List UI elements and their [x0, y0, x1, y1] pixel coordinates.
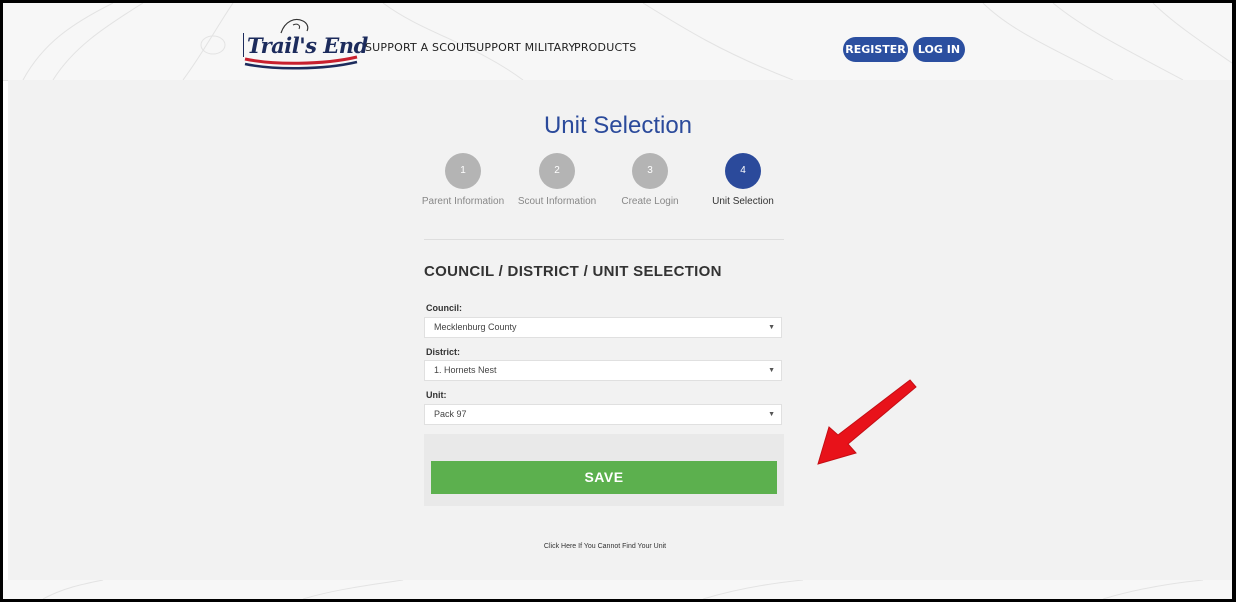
login-button[interactable]: LOG IN	[913, 37, 965, 62]
nav-support-a-scout[interactable]: SUPPORT A SCOUT	[365, 41, 471, 54]
district-value: 1. Hornets Nest	[434, 365, 497, 375]
unit-select[interactable]: Pack 97 ▼	[424, 404, 782, 425]
topo-background-footer	[42, 580, 1204, 599]
footer-background	[3, 580, 1232, 599]
register-button[interactable]: REGISTER	[843, 37, 908, 62]
step-2-label: Scout Information	[517, 196, 597, 207]
council-value: Mecklenburg County	[434, 322, 517, 332]
save-button[interactable]: SAVE	[431, 461, 777, 494]
district-label: District:	[426, 347, 461, 357]
site-header: Trail's End SUPPORT A SCOUT SUPPORT MILI…	[3, 3, 1232, 81]
step-3-label: Create Login	[621, 196, 679, 207]
council-select[interactable]: Mecklenburg County ▼	[424, 317, 782, 338]
unit-value: Pack 97	[434, 409, 467, 419]
dropdown-arrow-icon: ▼	[768, 411, 775, 418]
divider	[424, 239, 784, 240]
page-title: Unit Selection	[543, 112, 693, 139]
district-select[interactable]: 1. Hornets Nest ▼	[424, 360, 782, 381]
annotation-arrow-icon	[817, 379, 917, 465]
step-4-circle: 4	[725, 153, 761, 189]
nav-products[interactable]: PRODUCTS	[574, 41, 636, 54]
cant-find-unit-link[interactable]: Click Here If You Cannot Find Your Unit	[0, 543, 1210, 550]
nav-support-military[interactable]: SUPPORT MILITARY	[469, 41, 575, 54]
council-label: Council:	[426, 303, 462, 313]
section-heading: COUNCIL / DISTRICT / UNIT SELECTION	[424, 263, 722, 280]
step-3-circle: 3	[632, 153, 668, 189]
step-1-circle: 1	[445, 153, 481, 189]
trails-end-logo[interactable]: Trail's End	[243, 13, 368, 73]
unit-label: Unit:	[426, 390, 447, 400]
dropdown-arrow-icon: ▼	[768, 324, 775, 331]
step-4-label: Unit Selection	[712, 196, 774, 207]
dropdown-arrow-icon: ▼	[768, 367, 775, 374]
step-2-circle: 2	[539, 153, 575, 189]
logo-wordmark: Trail's End	[247, 33, 368, 58]
step-1-label: Parent Information	[421, 196, 505, 207]
